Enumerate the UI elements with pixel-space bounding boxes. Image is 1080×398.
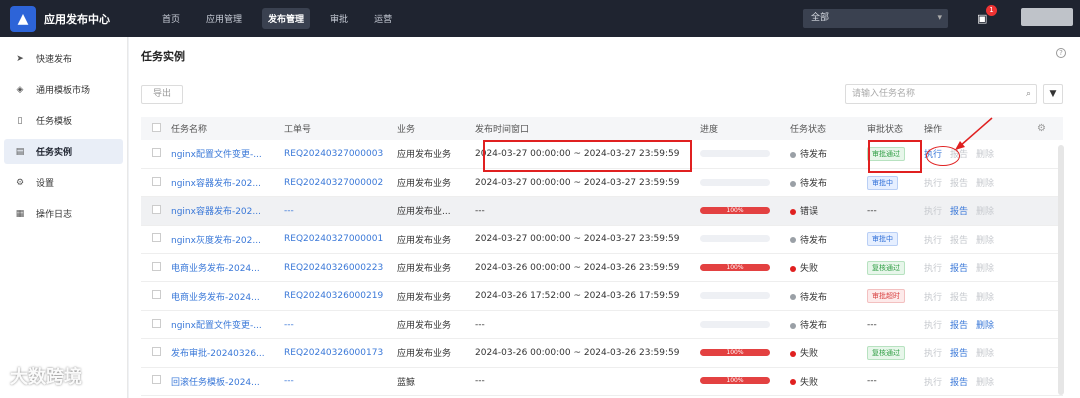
annotation-arrow (955, 117, 993, 150)
watermark-text: 大数跨境 (10, 367, 82, 388)
table-scrollbar[interactable] (1058, 145, 1064, 395)
